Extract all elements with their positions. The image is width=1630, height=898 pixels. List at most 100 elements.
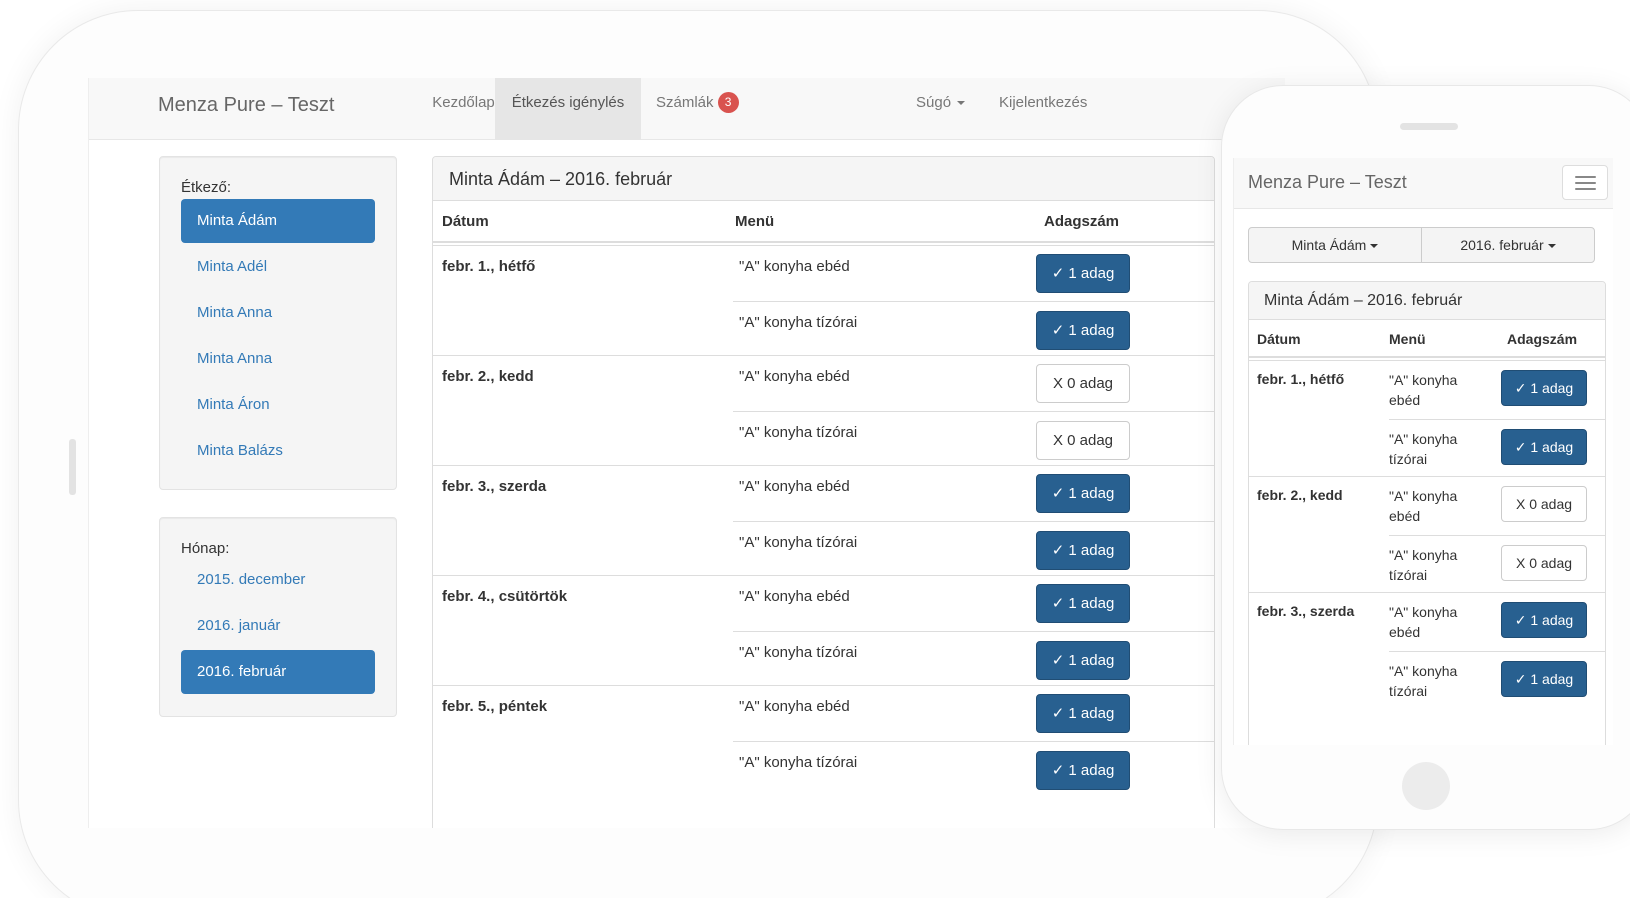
portion-on-button[interactable]: ✓ 1 adag: [1036, 584, 1130, 623]
mobile-meal-name: "A" konyha ebéd: [1389, 604, 1458, 640]
desktop-screen: Menza Pure – Teszt Kezdőlap Étkezés igén…: [88, 78, 1285, 828]
mobile-navbar: Menza Pure – Teszt: [1234, 158, 1613, 209]
diner-item-anna[interactable]: Minta Anna: [181, 291, 375, 335]
nav-logout[interactable]: Kijelentkezés: [999, 78, 1109, 140]
mobile-meal-name: "A" konyha ebéd: [1389, 372, 1458, 408]
meal-name: "A" konyha tízórai: [739, 534, 858, 551]
diner-item-anna-2[interactable]: Minta Anna: [181, 337, 375, 381]
mobile-meal-name: "A" konyha ebéd: [1389, 488, 1458, 524]
month-item-dec-2015[interactable]: 2015. december: [181, 558, 375, 602]
mobile-meal-row: "A" konyha ebéd ✓ 1 adag: [1389, 593, 1605, 653]
month-heading: Hónap:: [181, 540, 230, 557]
panel-title: Minta Ádám – 2016. február: [433, 157, 1214, 201]
mobile-screen: Menza Pure – Teszt Minta Ádám 2016. febr…: [1233, 158, 1613, 745]
meal-row: "A" konyha ebéd ✓ 1 adag: [733, 246, 1214, 303]
mobile-meal-name: "A" konyha tízórai: [1389, 431, 1458, 467]
mobile-table-header: Dátum Menü Adagszám: [1249, 320, 1605, 358]
mobile-portion-off-button[interactable]: X 0 adag: [1501, 545, 1587, 581]
diner-panel: Étkező: Minta Ádám Minta Adél Minta Anna…: [159, 156, 397, 490]
portion-on-button[interactable]: ✓ 1 adag: [1036, 474, 1130, 513]
nav-meal-request[interactable]: Étkezés igénylés: [495, 78, 641, 140]
diner-item-balazs[interactable]: Minta Balázs: [181, 429, 375, 473]
day-label: febr. 1., hétfő: [442, 258, 536, 275]
table-row: febr. 1., hétfő "A" konyha ebéd ✓ 1 adag "A…: [433, 245, 1214, 360]
meal-name: "A" konyha tízórai: [739, 424, 858, 441]
diner-item-adel[interactable]: Minta Adél: [181, 245, 375, 289]
day-label: febr. 3., szerda: [442, 478, 547, 495]
meal-row: "A" konyha ebéd ✓ 1 adag: [733, 466, 1214, 523]
portion-on-button[interactable]: ✓ 1 adag: [1036, 751, 1130, 790]
mobile-day-label: febr. 1., hétfő: [1257, 371, 1345, 387]
meal-name: "A" konyha tízórai: [739, 644, 858, 661]
meal-row: "A" konyha tízórai X 0 adag: [733, 411, 1214, 468]
mobile-meal-panel: Minta Ádám – 2016. február Dátum Menü Ad…: [1248, 281, 1606, 745]
col-date: Dátum: [442, 213, 489, 230]
portion-on-button[interactable]: ✓ 1 adag: [1036, 254, 1130, 293]
mobile-portion-off-button[interactable]: X 0 adag: [1501, 486, 1587, 522]
mobile-table-row: febr. 3., szerda "A" konyha ebéd ✓ 1 adag "…: [1249, 592, 1605, 712]
meal-name: "A" konyha ebéd: [739, 368, 850, 385]
portion-on-button[interactable]: ✓ 1 adag: [1036, 311, 1130, 350]
meal-name: "A" konyha tízórai: [739, 754, 858, 771]
meal-row: "A" konyha tízórai ✓ 1 adag: [733, 631, 1214, 688]
nav-help-dropdown[interactable]: Súgó: [916, 78, 976, 140]
portion-off-button[interactable]: X 0 adag: [1036, 364, 1130, 403]
mobile-table-row: febr. 1., hétfő "A" konyha ebéd ✓ 1 adag "A…: [1249, 360, 1605, 480]
portion-on-button[interactable]: ✓ 1 adag: [1036, 694, 1130, 733]
diner-dropdown[interactable]: Minta Ádám: [1248, 227, 1422, 263]
mobile-meal-row: "A" konyha ebéd X 0 adag: [1389, 477, 1605, 537]
mobile-portion-on-button[interactable]: ✓ 1 adag: [1501, 602, 1587, 638]
caret-down-icon: [1370, 244, 1379, 249]
hamburger-bar: [1575, 188, 1596, 190]
mobile-meal-row: "A" konyha tízórai ✓ 1 adag: [1389, 651, 1605, 711]
mobile-col-date: Dátum: [1257, 331, 1301, 347]
mobile-meal-name: "A" konyha tízórai: [1389, 663, 1458, 699]
portion-on-button[interactable]: ✓ 1 adag: [1036, 641, 1130, 680]
mobile-portion-on-button[interactable]: ✓ 1 adag: [1501, 661, 1587, 697]
table-row: febr. 3., szerda "A" konyha ebéd ✓ 1 adag "…: [433, 465, 1214, 580]
brand[interactable]: Menza Pure – Teszt: [158, 94, 334, 117]
mobile-day-label: febr. 2., kedd: [1257, 487, 1343, 503]
invoices-badge: 3: [717, 91, 739, 113]
portion-on-button[interactable]: ✓ 1 adag: [1036, 531, 1130, 570]
phone-home-button: [1402, 762, 1450, 810]
hamburger-bar: [1575, 176, 1596, 178]
navbar: Menza Pure – Teszt Kezdőlap Étkezés igén…: [89, 78, 1285, 140]
hamburger-menu-icon[interactable]: [1562, 165, 1608, 200]
mobile-day-label: febr. 3., szerda: [1257, 603, 1355, 619]
month-item-jan-2016[interactable]: 2016. január: [181, 604, 375, 648]
mobile-meal-row: "A" konyha tízórai ✓ 1 adag: [1389, 419, 1605, 479]
hamburger-bar: [1575, 182, 1596, 184]
mobile-col-portions: Adagszám: [1507, 331, 1578, 347]
month-dropdown[interactable]: 2016. február: [1421, 227, 1595, 263]
month-item-feb-2016[interactable]: 2016. február: [181, 650, 375, 694]
table-row: febr. 4., csütörtök "A" konyha ebéd ✓ 1 ad…: [433, 575, 1214, 690]
mobile-portion-on-button[interactable]: ✓ 1 adag: [1501, 370, 1587, 406]
mobile-meal-row: "A" konyha tízórai X 0 adag: [1389, 535, 1605, 595]
diner-dropdown-label: Minta Ádám: [1291, 237, 1367, 253]
day-label: febr. 2., kedd: [442, 368, 534, 385]
portion-off-button[interactable]: X 0 adag: [1036, 421, 1130, 460]
phone-frame: Menza Pure – Teszt Minta Ádám 2016. febr…: [1221, 85, 1630, 830]
mobile-meal-row: "A" konyha ebéd ✓ 1 adag: [1389, 361, 1605, 421]
mobile-brand[interactable]: Menza Pure – Teszt: [1248, 172, 1407, 193]
table-row: febr. 2., kedd "A" konyha ebéd X 0 adag "A"…: [433, 355, 1214, 470]
diner-item-adam[interactable]: Minta Ádám: [181, 199, 375, 243]
col-portions: Adagszám: [1044, 213, 1120, 230]
mobile-portion-on-button[interactable]: ✓ 1 adag: [1501, 429, 1587, 465]
mobile-meal-name: "A" konyha tízórai: [1389, 547, 1458, 583]
caret-down-icon: [1547, 244, 1556, 249]
meal-name: "A" konyha ebéd: [739, 698, 850, 715]
nav-invoices[interactable]: Számlák 3: [656, 78, 756, 140]
caret-down-icon: [957, 101, 966, 106]
meal-row: "A" konyha ebéd ✓ 1 adag: [733, 576, 1214, 633]
meal-table-panel: Minta Ádám – 2016. február Dátum Menü Ad…: [432, 156, 1215, 828]
phone-speaker: [1400, 123, 1458, 130]
diner-item-aron[interactable]: Minta Áron: [181, 383, 375, 427]
mobile-col-menu: Menü: [1389, 331, 1426, 347]
meal-row: "A" konyha tízórai ✓ 1 adag: [733, 301, 1214, 358]
tablet-home-button: [69, 439, 76, 495]
meal-row: "A" konyha tízórai ✓ 1 adag: [733, 521, 1214, 578]
day-label: febr. 5., péntek: [442, 698, 548, 715]
mobile-panel-title: Minta Ádám – 2016. február: [1249, 282, 1605, 320]
